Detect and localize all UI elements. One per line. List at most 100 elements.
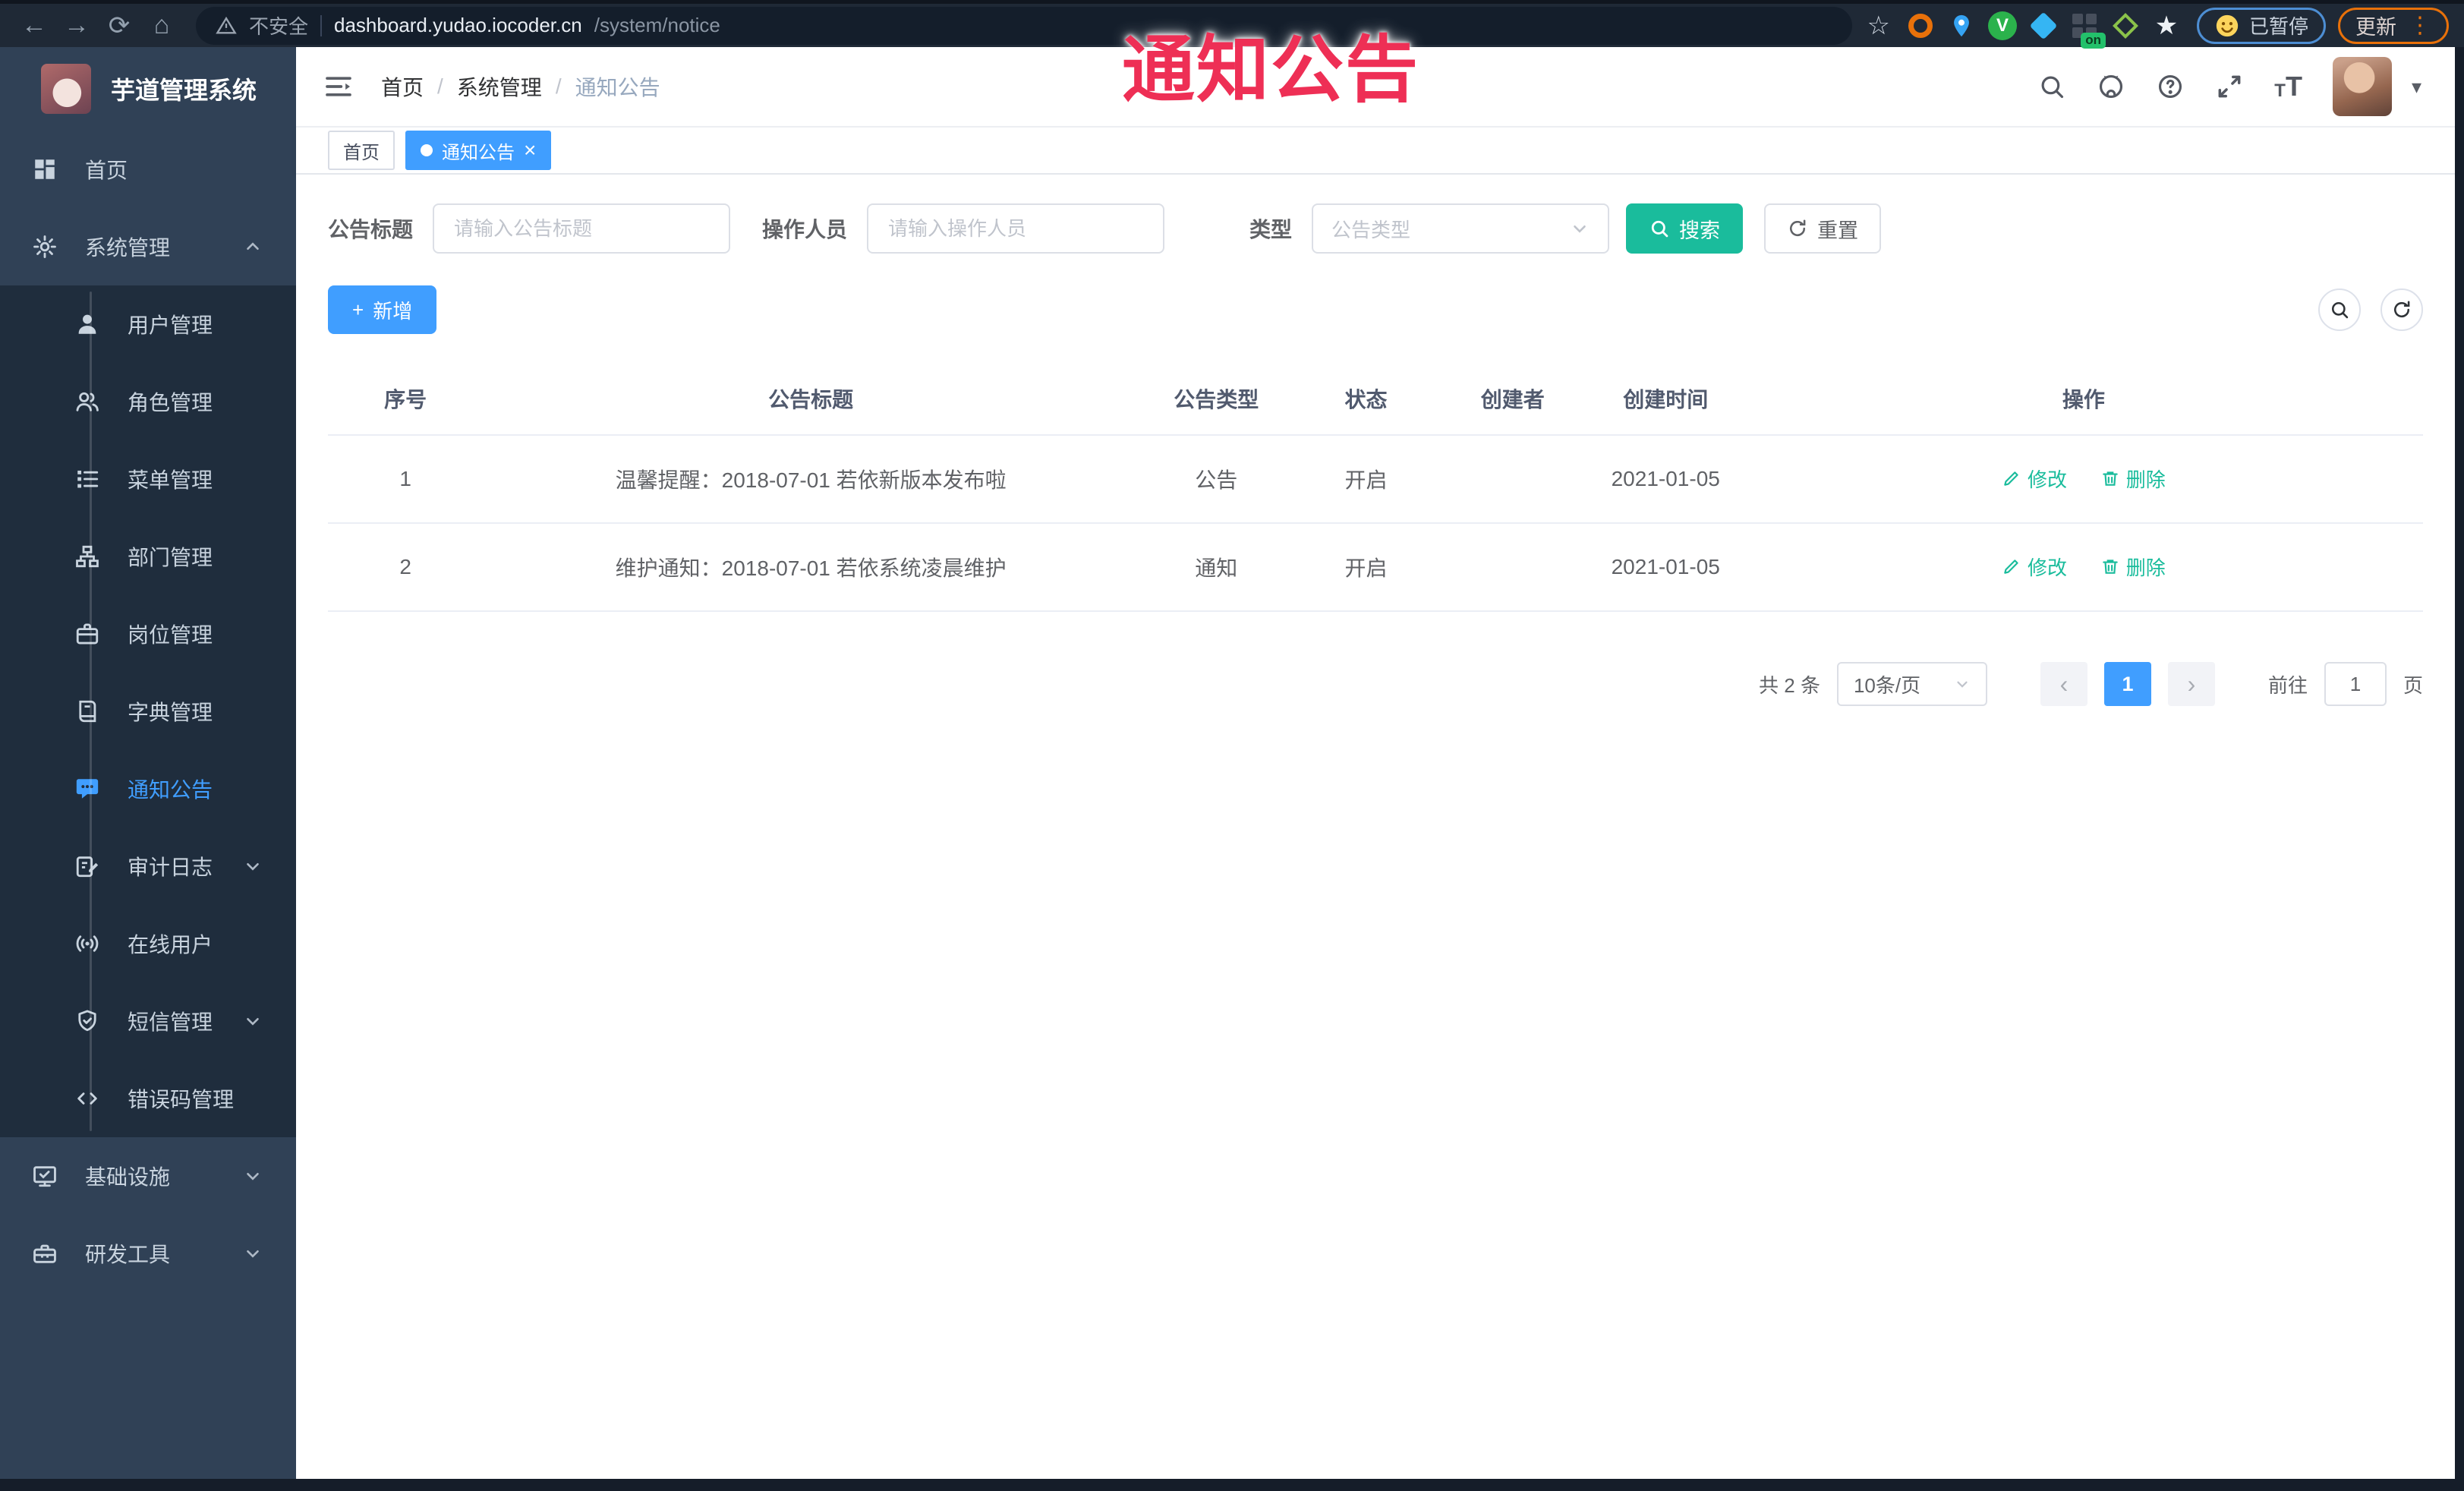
search-icon[interactable] [2037, 72, 2066, 101]
update-label: 更新 [2355, 16, 2396, 39]
users-icon [76, 392, 99, 411]
browser-reload-icon[interactable]: ⟳ [100, 11, 138, 41]
title-filter-input[interactable] [433, 203, 731, 254]
goto-page-input[interactable] [2324, 662, 2387, 706]
filter-form: 公告标题 操作人员 类型 公告类型 搜索 重置 [328, 203, 2423, 254]
app-header: 首页 / 系统管理 / 通知公告 TT ▾ [296, 47, 2455, 128]
refresh-table-button[interactable] [2381, 288, 2423, 331]
sidebar-item-menus[interactable]: 菜单管理 [0, 440, 296, 518]
bookmark-star-icon[interactable]: ☆ [1867, 11, 1890, 41]
browser-back-icon[interactable]: ← [15, 11, 53, 40]
fullscreen-icon[interactable] [2215, 72, 2244, 101]
browser-home-icon[interactable]: ⌂ [143, 11, 181, 40]
breadcrumb-system[interactable]: 系统管理 [457, 71, 542, 102]
emoji-face-icon [2216, 14, 2239, 36]
search-button[interactable]: 搜索 [1626, 203, 1744, 254]
tab-notice[interactable]: 通知公告 × [405, 131, 552, 170]
book-icon [79, 700, 96, 723]
refresh-icon [1790, 219, 1806, 237]
sidebar: 芋道管理系统 首页 系统管理 用户管理 角色管理 菜单管理 部门管理 岗位管理 … [0, 47, 296, 1479]
github-icon[interactable] [2097, 72, 2125, 101]
avatar[interactable] [2332, 57, 2392, 116]
next-page-button[interactable]: › [2167, 662, 2215, 706]
message-bubble-icon [76, 779, 99, 799]
extension-pin-icon[interactable] [1943, 8, 1980, 44]
security-label[interactable]: 不安全 [249, 11, 308, 39]
total-count: 共 2 条 [1759, 673, 1820, 697]
cell-actions: 修改 删除 [1744, 435, 2423, 524]
sidebar-logo-row[interactable]: 芋道管理系统 [0, 47, 296, 131]
close-icon[interactable]: × [524, 140, 536, 161]
sidebar-item-posts[interactable]: 岗位管理 [0, 595, 296, 673]
extension-green-circle-icon[interactable]: V [1984, 8, 2021, 44]
sidebar-item-notice[interactable]: 通知公告 [0, 750, 296, 827]
kebab-menu-icon[interactable]: ⋮ [2409, 12, 2431, 39]
sidebar-item-system[interactable]: 系统管理 [0, 208, 296, 285]
sidebar-item-dev-tools[interactable]: 研发工具 [0, 1215, 296, 1292]
search-icon [1651, 220, 1668, 238]
cell-title: 温馨提醒：2018-07-01 若依新版本发布啦 [483, 435, 1139, 524]
type-select[interactable]: 公告类型 [1312, 203, 1610, 254]
add-button[interactable]: + 新增 [328, 285, 437, 334]
reset-button[interactable]: 重置 [1764, 203, 1882, 254]
toggle-search-button[interactable] [2318, 288, 2361, 331]
breadcrumb-current: 通知公告 [575, 76, 660, 99]
col-status: 状态 [1293, 363, 1438, 436]
cell-type: 公告 [1139, 435, 1294, 524]
goto-label: 前往 [2267, 673, 2308, 697]
breadcrumb-home[interactable]: 首页 [381, 71, 424, 102]
breadcrumb-separator: / [437, 74, 443, 98]
extension-grid-icon[interactable]: on [2066, 8, 2106, 49]
sidebar-item-roles[interactable]: 角色管理 [0, 363, 296, 440]
font-size-icon[interactable]: TT [2274, 73, 2302, 100]
chrome-update-button[interactable]: 更新 ⋮ [2338, 7, 2449, 44]
sidebar-item-departments[interactable]: 部门管理 [0, 518, 296, 595]
extension-kite-icon[interactable] [2107, 8, 2144, 44]
profile-paused-badge[interactable]: 已暂停 [2196, 7, 2326, 44]
help-icon[interactable] [2156, 72, 2185, 101]
cell-index: 1 [328, 435, 484, 524]
url-path: /system/notice [594, 14, 720, 36]
sidebar-item-error-codes[interactable]: 错误码管理 [0, 1060, 296, 1137]
edit-button[interactable]: 修改 [2002, 465, 2067, 493]
cell-type: 通知 [1139, 523, 1294, 612]
table-row: 1 温馨提醒：2018-07-01 若依新版本发布啦 公告 开启 2021-01… [328, 435, 2423, 524]
org-tree-icon [76, 545, 99, 568]
title-filter-label: 公告标题 [328, 218, 414, 241]
prev-page-button[interactable]: ‹ [2040, 662, 2087, 706]
sidebar-item-online-users[interactable]: 在线用户 [0, 905, 296, 982]
gear-icon [33, 235, 56, 258]
warning-icon [216, 16, 237, 33]
sidebar-item-audit-log[interactable]: 审计日志 [0, 827, 296, 905]
tab-home[interactable]: 首页 [328, 131, 395, 170]
sidebar-item-infrastructure[interactable]: 基础设施 [0, 1137, 296, 1215]
address-bar[interactable]: 不安全 dashboard.yudao.iocoder.cn /system/n… [196, 6, 1852, 45]
extension-on-badge: on [2081, 32, 2106, 49]
cell-created: 2021-01-05 [1586, 435, 1744, 524]
browser-forward-icon[interactable]: → [58, 11, 96, 40]
table-toolbar: + 新增 [328, 285, 2423, 334]
col-created: 创建时间 [1586, 363, 1744, 436]
delete-button[interactable]: 删除 [2100, 465, 2166, 493]
sidebar-item-home[interactable]: 首页 [0, 131, 296, 208]
page-size-select[interactable]: 10条/页 [1836, 662, 1987, 706]
extension-flower-icon[interactable]: ★ [2148, 8, 2185, 44]
extension-diamond-icon[interactable] [2025, 8, 2062, 44]
chevron-down-icon[interactable]: ▾ [2412, 75, 2421, 99]
extension-orange-ring-icon[interactable] [1902, 8, 1939, 44]
page-1-button[interactable]: 1 [2103, 662, 2151, 706]
hamburger-icon[interactable] [323, 71, 354, 102]
refresh-icon [2394, 301, 2410, 318]
trash-icon [2103, 471, 2118, 486]
sidebar-item-dict[interactable]: 字典管理 [0, 673, 296, 750]
operator-filter-input[interactable] [867, 203, 1165, 254]
plus-icon: + [352, 298, 364, 321]
code-icon [77, 1092, 97, 1105]
pencil-icon [2004, 471, 2018, 486]
edit-button[interactable]: 修改 [2002, 553, 2067, 581]
menu-list-icon [77, 470, 99, 488]
sidebar-item-users[interactable]: 用户管理 [0, 285, 296, 363]
chevron-down-icon [247, 1172, 259, 1181]
delete-button[interactable]: 删除 [2100, 553, 2166, 581]
sidebar-item-sms[interactable]: 短信管理 [0, 982, 296, 1060]
